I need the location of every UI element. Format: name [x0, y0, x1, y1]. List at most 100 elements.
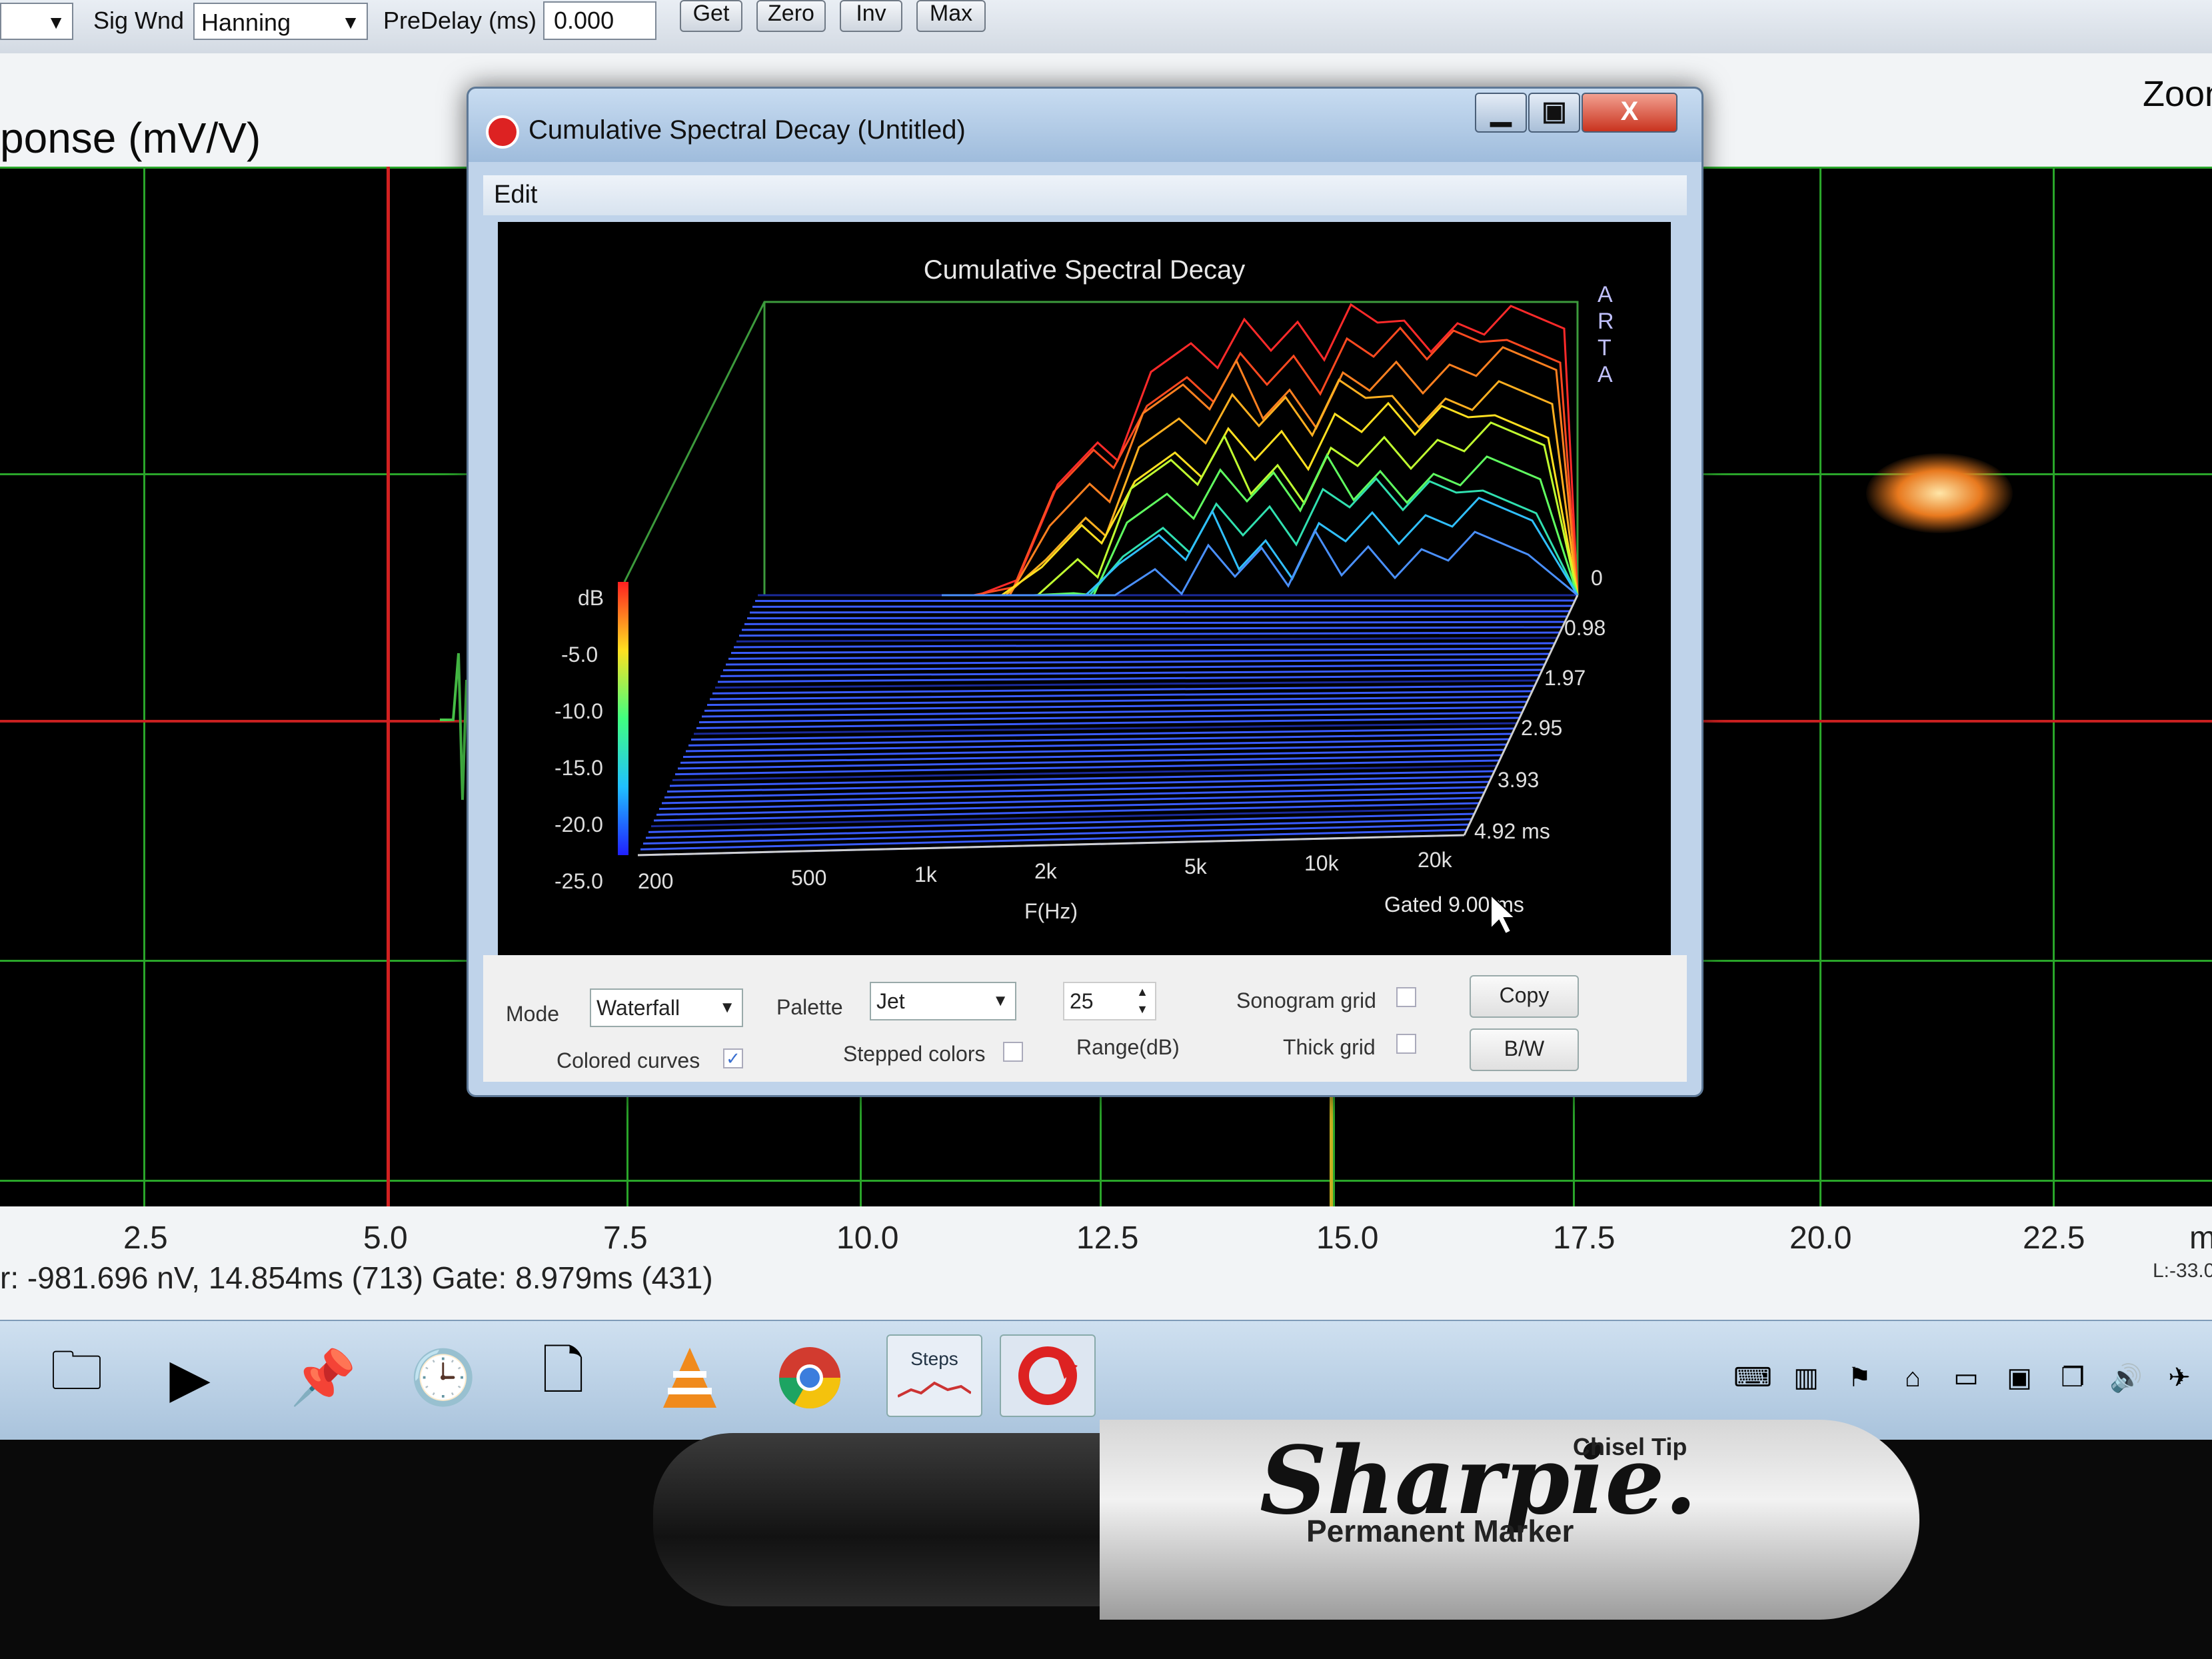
- db-tick: -10.0: [554, 699, 603, 723]
- keyboard-icon[interactable]: ⌨: [1733, 1341, 1773, 1414]
- arta-watermark: T: [1598, 335, 1612, 361]
- network-icon[interactable]: ⌂: [1893, 1341, 1933, 1414]
- waterfall-slice: [693, 722, 1518, 735]
- waterfall-slice: [722, 663, 1545, 672]
- waterfall-slice: [642, 823, 1470, 845]
- monitor-icon[interactable]: ▣: [1999, 1341, 2039, 1414]
- impulse-plot-title: ponse (mV/V): [0, 114, 261, 162]
- freq-tick: 2k: [1034, 859, 1058, 883]
- sig-wnd-select[interactable]: Hanning ▼: [193, 3, 368, 40]
- chevron-down-icon: ▼: [992, 992, 1008, 1010]
- sig-wnd-value: Hanning: [201, 9, 291, 36]
- freq-tick: 5k: [1184, 854, 1208, 878]
- arta-app-icon[interactable]: [1000, 1334, 1096, 1417]
- inv-button[interactable]: Inv: [840, 0, 902, 32]
- stepped-colors-checkbox[interactable]: [1003, 1042, 1023, 1062]
- waterfall-slice: [738, 631, 1560, 637]
- arta-watermark: A: [1598, 362, 1613, 387]
- document-icon[interactable]: 🗋: [527, 1341, 600, 1414]
- folder-icon[interactable]: 🗀: [40, 1341, 113, 1414]
- thick-grid-checkbox[interactable]: [1396, 1034, 1416, 1054]
- csd-title-bar[interactable]: Cumulative Spectral Decay (Untitled) ▁ ▣…: [469, 89, 1701, 162]
- decay-curves: [942, 303, 1579, 597]
- freq-tick: 20k: [1418, 848, 1453, 872]
- db-colorbar: [618, 582, 628, 855]
- meter-icon[interactable]: ▥: [1786, 1341, 1826, 1414]
- zero-button[interactable]: Zero: [756, 0, 826, 32]
- minimize-button[interactable]: ▁: [1475, 93, 1527, 133]
- bw-button[interactable]: B/W: [1470, 1028, 1579, 1071]
- range-value: 25: [1070, 989, 1094, 1013]
- display-icon[interactable]: ▭: [1946, 1341, 1986, 1414]
- copy-icon[interactable]: ❐: [2053, 1341, 2093, 1414]
- waterfall-slice: [720, 669, 1543, 677]
- db-tick: -5.0: [561, 643, 598, 667]
- chrome-icon[interactable]: [773, 1341, 846, 1414]
- marker-tip-label: Chisel Tip: [1573, 1433, 1687, 1460]
- sonogram-grid-label: Sonogram grid: [1236, 988, 1376, 1012]
- decay-curve: [942, 528, 1578, 597]
- stepped-colors-label: Stepped colors: [843, 1042, 986, 1066]
- db-tick: -25.0: [554, 869, 603, 893]
- volume-icon[interactable]: 🔊: [2106, 1341, 2146, 1414]
- flag-icon[interactable]: ⚑: [1839, 1341, 1879, 1414]
- decay-curve: [954, 453, 1579, 597]
- chevron-down-icon: ▼: [719, 998, 735, 1016]
- colored-curves-checkbox[interactable]: ✓: [723, 1048, 743, 1068]
- vlc-icon[interactable]: [653, 1341, 726, 1414]
- mode-label: Mode: [506, 1002, 560, 1026]
- predelay-input[interactable]: 0.000: [543, 1, 656, 40]
- x-unit: m: [2189, 1220, 2212, 1256]
- mode-value: Waterfall: [596, 996, 680, 1020]
- x-tick: 2.5: [123, 1220, 168, 1256]
- decay-curve: [962, 401, 1579, 597]
- time-tick: 1.97: [1544, 666, 1586, 690]
- top-toolbar: ▼ Sig Wnd Hanning ▼ PreDelay (ms) 0.000 G…: [0, 0, 2212, 55]
- spinner-arrows-icon[interactable]: ▲ ▼: [1136, 983, 1148, 1018]
- media-player-icon[interactable]: ▶: [153, 1341, 227, 1414]
- close-button[interactable]: X: [1582, 93, 1677, 133]
- pushpin-icon[interactable]: 📌: [287, 1341, 360, 1414]
- time-tick: 3.93: [1498, 768, 1539, 792]
- marker-subtitle: Permanent Marker: [1306, 1514, 1574, 1548]
- db-label: dB: [578, 586, 604, 610]
- waterfall-slice: [640, 829, 1467, 850]
- maximize-button[interactable]: ▣: [1528, 93, 1580, 133]
- menu-edit[interactable]: Edit: [494, 181, 537, 209]
- waterfall-slice: [752, 605, 1573, 608]
- palette-select[interactable]: Jet ▼: [870, 982, 1016, 1020]
- status-line: r: -981.696 nV, 14.854ms (713) Gate: 8.9…: [0, 1260, 713, 1295]
- waterfall-slice: [725, 658, 1548, 666]
- arta-logo-icon: [486, 115, 519, 149]
- freq-tick: 500: [791, 866, 826, 890]
- prev-dropdown[interactable]: ▼: [0, 3, 73, 40]
- copy-button[interactable]: Copy: [1470, 975, 1579, 1018]
- range-spinner[interactable]: 25 ▲ ▼: [1063, 982, 1156, 1020]
- sonogram-grid-checkbox[interactable]: [1396, 987, 1416, 1007]
- clock-icon[interactable]: 🕒: [407, 1341, 480, 1414]
- waterfall-slice: [736, 637, 1558, 643]
- mode-select[interactable]: Waterfall ▼: [590, 988, 743, 1027]
- waterfall-plot[interactable]: Cumulative Spectral Decay A R T A dB -5.…: [498, 222, 1671, 955]
- waterfall-slice: [682, 743, 1508, 759]
- arta-watermark: A: [1598, 282, 1613, 307]
- csd-menu-bar: Edit: [483, 175, 1687, 215]
- time-tick: 0: [1591, 566, 1603, 590]
- csd-plot-title: Cumulative Spectral Decay: [924, 255, 1245, 285]
- steps-label: Steps: [910, 1348, 958, 1369]
- x-tick: 15.0: [1316, 1220, 1379, 1256]
- get-button[interactable]: Get: [680, 0, 742, 32]
- steps-app[interactable]: Steps: [886, 1334, 982, 1417]
- range-label: Range(dB): [1076, 1035, 1180, 1059]
- zoom-label[interactable]: Zoon: [2143, 73, 2212, 115]
- waterfall-slice: [698, 711, 1522, 724]
- max-button[interactable]: Max: [916, 0, 986, 32]
- waterfall-slice: [744, 621, 1566, 625]
- waterfall-slice: [690, 727, 1515, 741]
- cursor-line: [387, 167, 390, 1206]
- chevron-down-icon: ▼: [47, 12, 65, 33]
- pin-icon[interactable]: ✈: [2159, 1341, 2199, 1414]
- waterfall-slice: [728, 653, 1550, 660]
- csd-window-title: Cumulative Spectral Decay (Untitled): [529, 115, 966, 145]
- waterfall-slice: [749, 610, 1570, 614]
